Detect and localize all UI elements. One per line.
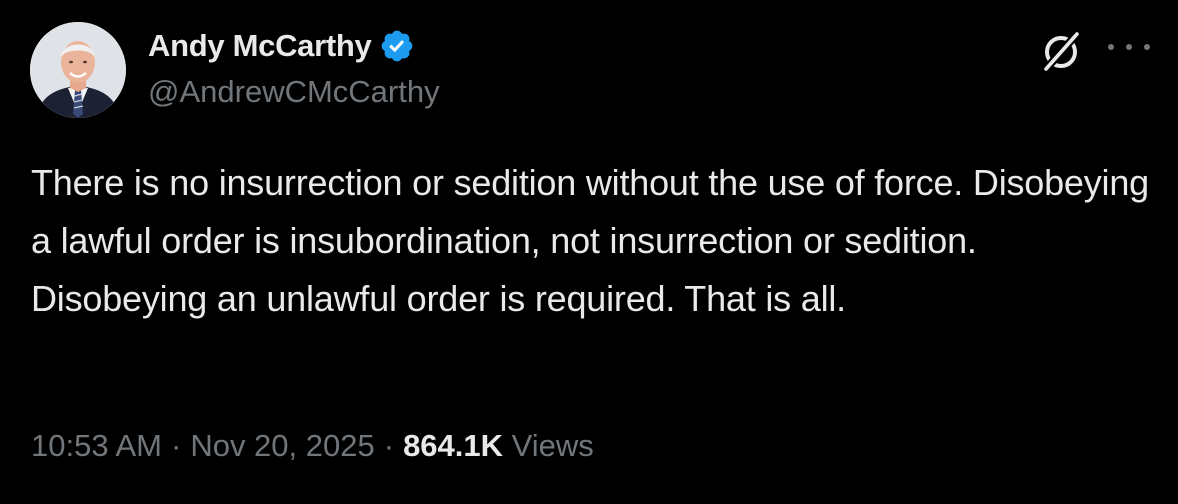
avatar[interactable]	[30, 22, 126, 118]
views-link[interactable]: 864.1K Views	[403, 428, 594, 463]
verified-badge-icon[interactable]	[379, 28, 415, 64]
grok-icon[interactable]	[1040, 28, 1086, 74]
views-label: Views	[511, 428, 594, 463]
more-options-icon[interactable]	[1108, 36, 1150, 58]
author-handle[interactable]: @AndrewCMcCarthy	[148, 74, 440, 110]
tweet-time: 10:53 AM	[31, 428, 162, 463]
meta-separator: ·	[383, 428, 395, 463]
author-display-name[interactable]: Andy McCarthy	[148, 28, 372, 64]
tweet-card: Andy McCarthy @AndrewCMcCarthy There is …	[0, 0, 1178, 504]
tweet-text: There is no insurrection or sedition wit…	[31, 162, 1149, 319]
tweet-date: Nov 20, 2025	[190, 428, 375, 463]
tweet-meta: 10:53 AM · Nov 20, 2025 · 864.1K Views	[31, 424, 594, 468]
avatar-image	[30, 22, 126, 118]
author-name-row: Andy McCarthy	[148, 26, 415, 66]
more-dot	[1144, 44, 1150, 50]
meta-separator: ·	[170, 428, 182, 463]
tweet-timestamp[interactable]: 10:53 AM · Nov 20, 2025	[31, 428, 375, 463]
more-dot	[1108, 44, 1114, 50]
views-count: 864.1K	[403, 428, 504, 463]
more-dot	[1126, 44, 1132, 50]
